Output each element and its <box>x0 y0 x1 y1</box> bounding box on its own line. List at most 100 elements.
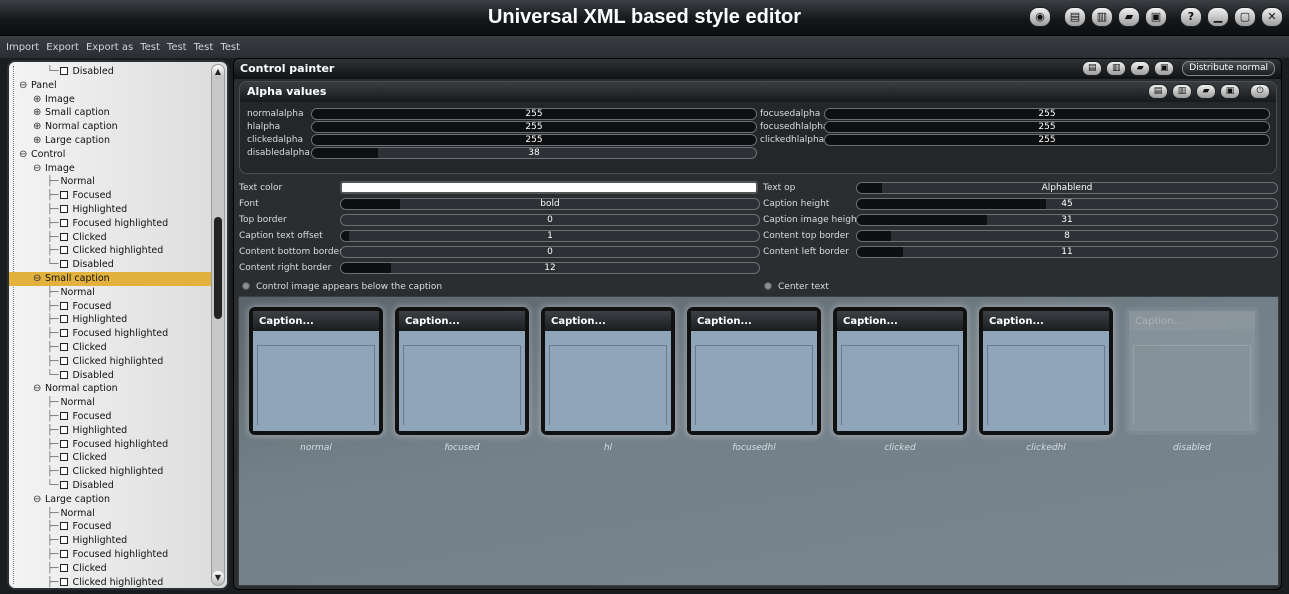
checkbox-icon[interactable] <box>60 218 69 227</box>
checkbox-icon[interactable] <box>60 232 69 241</box>
collapse-icon[interactable]: ⊖ <box>33 493 42 507</box>
tree-item[interactable]: ⊕ Large caption <box>9 134 213 148</box>
value-slider[interactable]: 0 <box>340 246 760 258</box>
checkbox-icon[interactable] <box>60 536 69 545</box>
checkbox-icon[interactable] <box>60 563 69 572</box>
value-slider[interactable]: 8 <box>856 230 1278 242</box>
tree-item[interactable]: ├─ Clicked highlighted <box>9 355 213 369</box>
checkbox-icon[interactable] <box>60 260 69 269</box>
value-slider[interactable]: 38 <box>311 147 757 159</box>
value-slider[interactable]: 1 <box>340 230 760 242</box>
tree-item[interactable]: ├─ Highlighted <box>9 313 213 327</box>
tree-item[interactable]: ├─ Focused highlighted <box>9 548 213 562</box>
copy-icon[interactable]: ▤ <box>1148 84 1168 99</box>
tree-item[interactable]: ├─ Clicked <box>9 562 213 576</box>
collapse-icon[interactable]: ⊖ <box>19 79 28 93</box>
tree-item[interactable]: ├─ Focused highlighted <box>9 217 213 231</box>
tree-item[interactable]: ├─ Clicked <box>9 231 213 245</box>
menu-test[interactable]: Test <box>140 42 160 53</box>
tree-item[interactable]: └─ Disabled <box>9 258 213 272</box>
image-below-caption-option[interactable]: Control image appears below the caption <box>242 282 442 292</box>
checkbox-icon[interactable] <box>60 343 69 351</box>
value-slider[interactable]: 255 <box>311 134 757 146</box>
expand-icon[interactable]: ⊕ <box>33 106 42 120</box>
value-slider[interactable]: 255 <box>824 121 1270 133</box>
maximize-icon[interactable]: ▢ <box>1234 7 1256 27</box>
tree-item[interactable]: ├─ Focused <box>9 520 213 534</box>
tree-item[interactable]: ├─ Focused <box>9 410 213 424</box>
power-icon[interactable]: ⏻ <box>1250 84 1270 99</box>
paste-icon[interactable]: ▥ <box>1106 61 1127 76</box>
tree-item[interactable]: ├─ Highlighted <box>9 424 213 438</box>
menu-test[interactable]: Test <box>194 42 214 53</box>
help-icon[interactable]: ? <box>1180 7 1202 27</box>
tree-item[interactable]: ├─ Clicked highlighted <box>9 576 213 588</box>
tree-item[interactable]: ⊖ Normal caption <box>9 382 213 396</box>
tree-item[interactable]: ├─ Clicked highlighted <box>9 244 213 258</box>
checkbox-icon[interactable] <box>60 205 69 213</box>
tree-item[interactable]: ⊖ Image <box>9 162 213 176</box>
value-slider[interactable]: 255 <box>824 134 1270 146</box>
tree-item[interactable]: ⊕ Small caption <box>9 106 213 120</box>
tree-item[interactable]: ├─ Focused highlighted <box>9 438 213 452</box>
save-icon[interactable]: ▣ <box>1145 7 1167 27</box>
checkbox-icon[interactable] <box>60 453 69 462</box>
tree-item[interactable]: ⊖ Control <box>9 148 213 162</box>
tree-item[interactable]: ⊖ Small caption <box>9 272 213 286</box>
tree-item[interactable]: ├─ Normal <box>9 507 213 521</box>
scroll-thumb[interactable] <box>214 217 222 319</box>
open-icon[interactable]: ▰ <box>1118 7 1140 27</box>
value-slider[interactable]: bold <box>340 198 760 210</box>
checkbox-icon[interactable] <box>60 315 69 324</box>
eye-icon[interactable]: ◉ <box>1029 7 1051 27</box>
close-icon[interactable]: ✕ <box>1261 7 1283 27</box>
checkbox-icon[interactable] <box>60 301 69 310</box>
expand-icon[interactable]: ⊕ <box>33 93 42 107</box>
value-slider[interactable]: 255 <box>311 121 757 133</box>
minimize-icon[interactable]: ▁ <box>1207 7 1229 27</box>
collapse-icon[interactable]: ⊖ <box>33 272 42 286</box>
center-text-option[interactable]: Center text <box>764 282 829 292</box>
tree-item[interactable]: └─ Disabled <box>9 65 213 79</box>
value-slider[interactable]: 31 <box>856 214 1278 226</box>
menu-test[interactable]: Test <box>167 42 187 53</box>
tree-item[interactable]: ├─ Clicked <box>9 451 213 465</box>
tree-item[interactable]: ├─ Focused highlighted <box>9 327 213 341</box>
checkbox-icon[interactable] <box>60 67 69 75</box>
checkbox-icon[interactable] <box>60 246 69 255</box>
menu-test[interactable]: Test <box>220 42 240 53</box>
tree-item[interactable]: ├─ Clicked <box>9 341 213 355</box>
checkbox-icon[interactable] <box>60 329 69 338</box>
value-slider[interactable]: 12 <box>340 262 760 274</box>
checkbox-icon[interactable] <box>60 550 69 558</box>
scroll-up-icon[interactable]: ▲ <box>212 65 224 79</box>
checkbox-icon[interactable] <box>60 412 69 420</box>
scroll-down-icon[interactable]: ▼ <box>212 571 224 585</box>
value-slider[interactable]: 45 <box>856 198 1278 210</box>
radio-icon[interactable] <box>764 282 772 290</box>
collapse-icon[interactable]: ⊖ <box>33 162 42 176</box>
tree-item[interactable]: ├─ Highlighted <box>9 203 213 217</box>
tree-item[interactable]: ├─ Focused <box>9 189 213 203</box>
checkbox-icon[interactable] <box>60 191 69 200</box>
tree-item[interactable]: ├─ Normal <box>9 175 213 189</box>
tree-item[interactable]: ├─ Highlighted <box>9 534 213 548</box>
value-slider[interactable]: 0 <box>340 214 760 226</box>
value-slider[interactable]: 255 <box>824 108 1270 120</box>
tree-item[interactable]: ├─ Focused <box>9 300 213 314</box>
checkbox-icon[interactable] <box>60 425 69 434</box>
text-color-swatch[interactable] <box>340 181 758 194</box>
open-icon[interactable]: ▰ <box>1196 84 1216 99</box>
menu-import[interactable]: Import <box>6 42 39 53</box>
tree-item[interactable]: ⊖ Large caption <box>9 493 213 507</box>
collapse-icon[interactable]: ⊖ <box>33 382 42 396</box>
value-slider[interactable]: 11 <box>856 246 1278 258</box>
tree-item[interactable]: └─ Disabled <box>9 479 213 493</box>
expand-icon[interactable]: ⊕ <box>33 120 42 134</box>
checkbox-icon[interactable] <box>60 370 69 379</box>
copy-icon[interactable]: ▤ <box>1082 61 1103 76</box>
value-slider[interactable]: 255 <box>311 108 757 120</box>
value-slider[interactable]: Alphablend <box>856 182 1278 194</box>
distribute-normal-button[interactable]: Distribute normal <box>1182 61 1275 76</box>
checkbox-icon[interactable] <box>60 356 69 365</box>
